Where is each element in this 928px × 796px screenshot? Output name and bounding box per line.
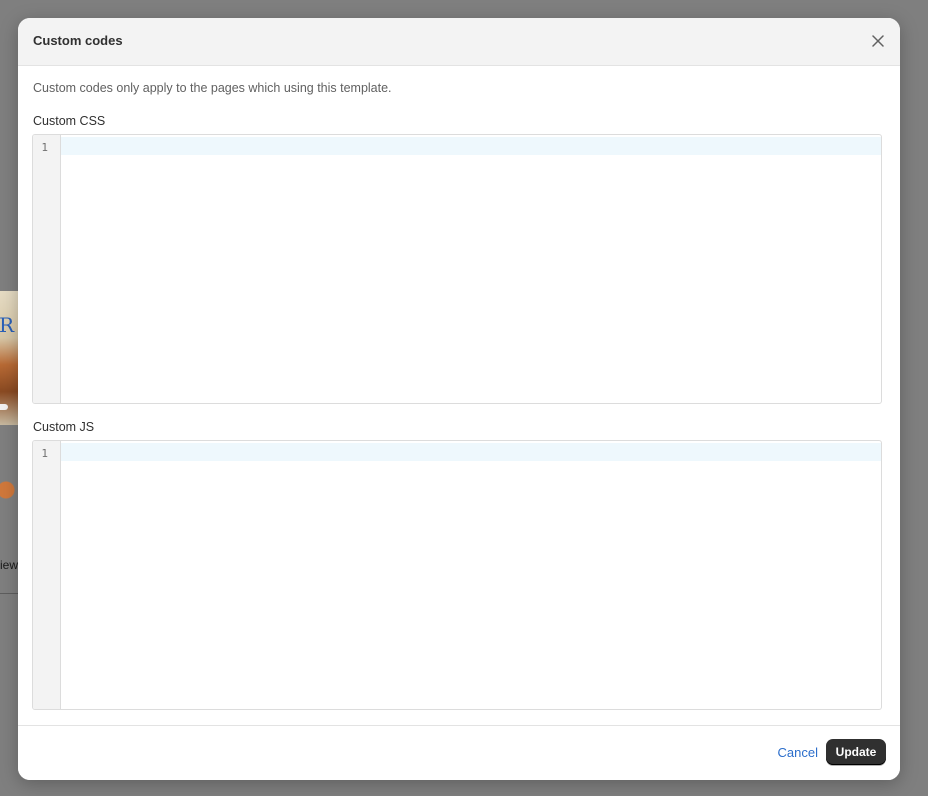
css-line-number: 1 xyxy=(41,141,48,154)
custom-css-label: Custom CSS xyxy=(33,114,106,128)
update-button[interactable]: Update xyxy=(826,739,886,765)
modal-title: Custom codes xyxy=(33,33,123,48)
modal-footer: Cancel Update xyxy=(18,725,900,780)
close-button[interactable] xyxy=(868,31,888,51)
cancel-button[interactable]: Cancel xyxy=(778,745,818,760)
custom-js-editor[interactable]: 1 xyxy=(32,440,882,710)
background-logo-glyph: R xyxy=(0,313,15,337)
js-active-line xyxy=(61,443,881,461)
css-editor-gutter: 1 xyxy=(33,135,61,403)
css-active-line xyxy=(61,137,881,155)
background-pill xyxy=(0,404,8,410)
js-line-number: 1 xyxy=(41,447,48,460)
custom-css-editor[interactable]: 1 xyxy=(32,134,882,404)
background-divider xyxy=(0,593,18,594)
modal-description: Custom codes only apply to the pages whi… xyxy=(33,81,392,95)
background-view-text: iew xyxy=(0,558,19,572)
background-product-image: R xyxy=(0,291,18,425)
close-icon xyxy=(872,35,884,47)
custom-js-label: Custom JS xyxy=(33,420,95,434)
custom-codes-modal: Custom codes Custom codes only apply to … xyxy=(18,18,900,780)
modal-header: Custom codes xyxy=(18,18,900,66)
background-thumbnail xyxy=(0,468,18,504)
js-editor-gutter: 1 xyxy=(33,441,61,709)
